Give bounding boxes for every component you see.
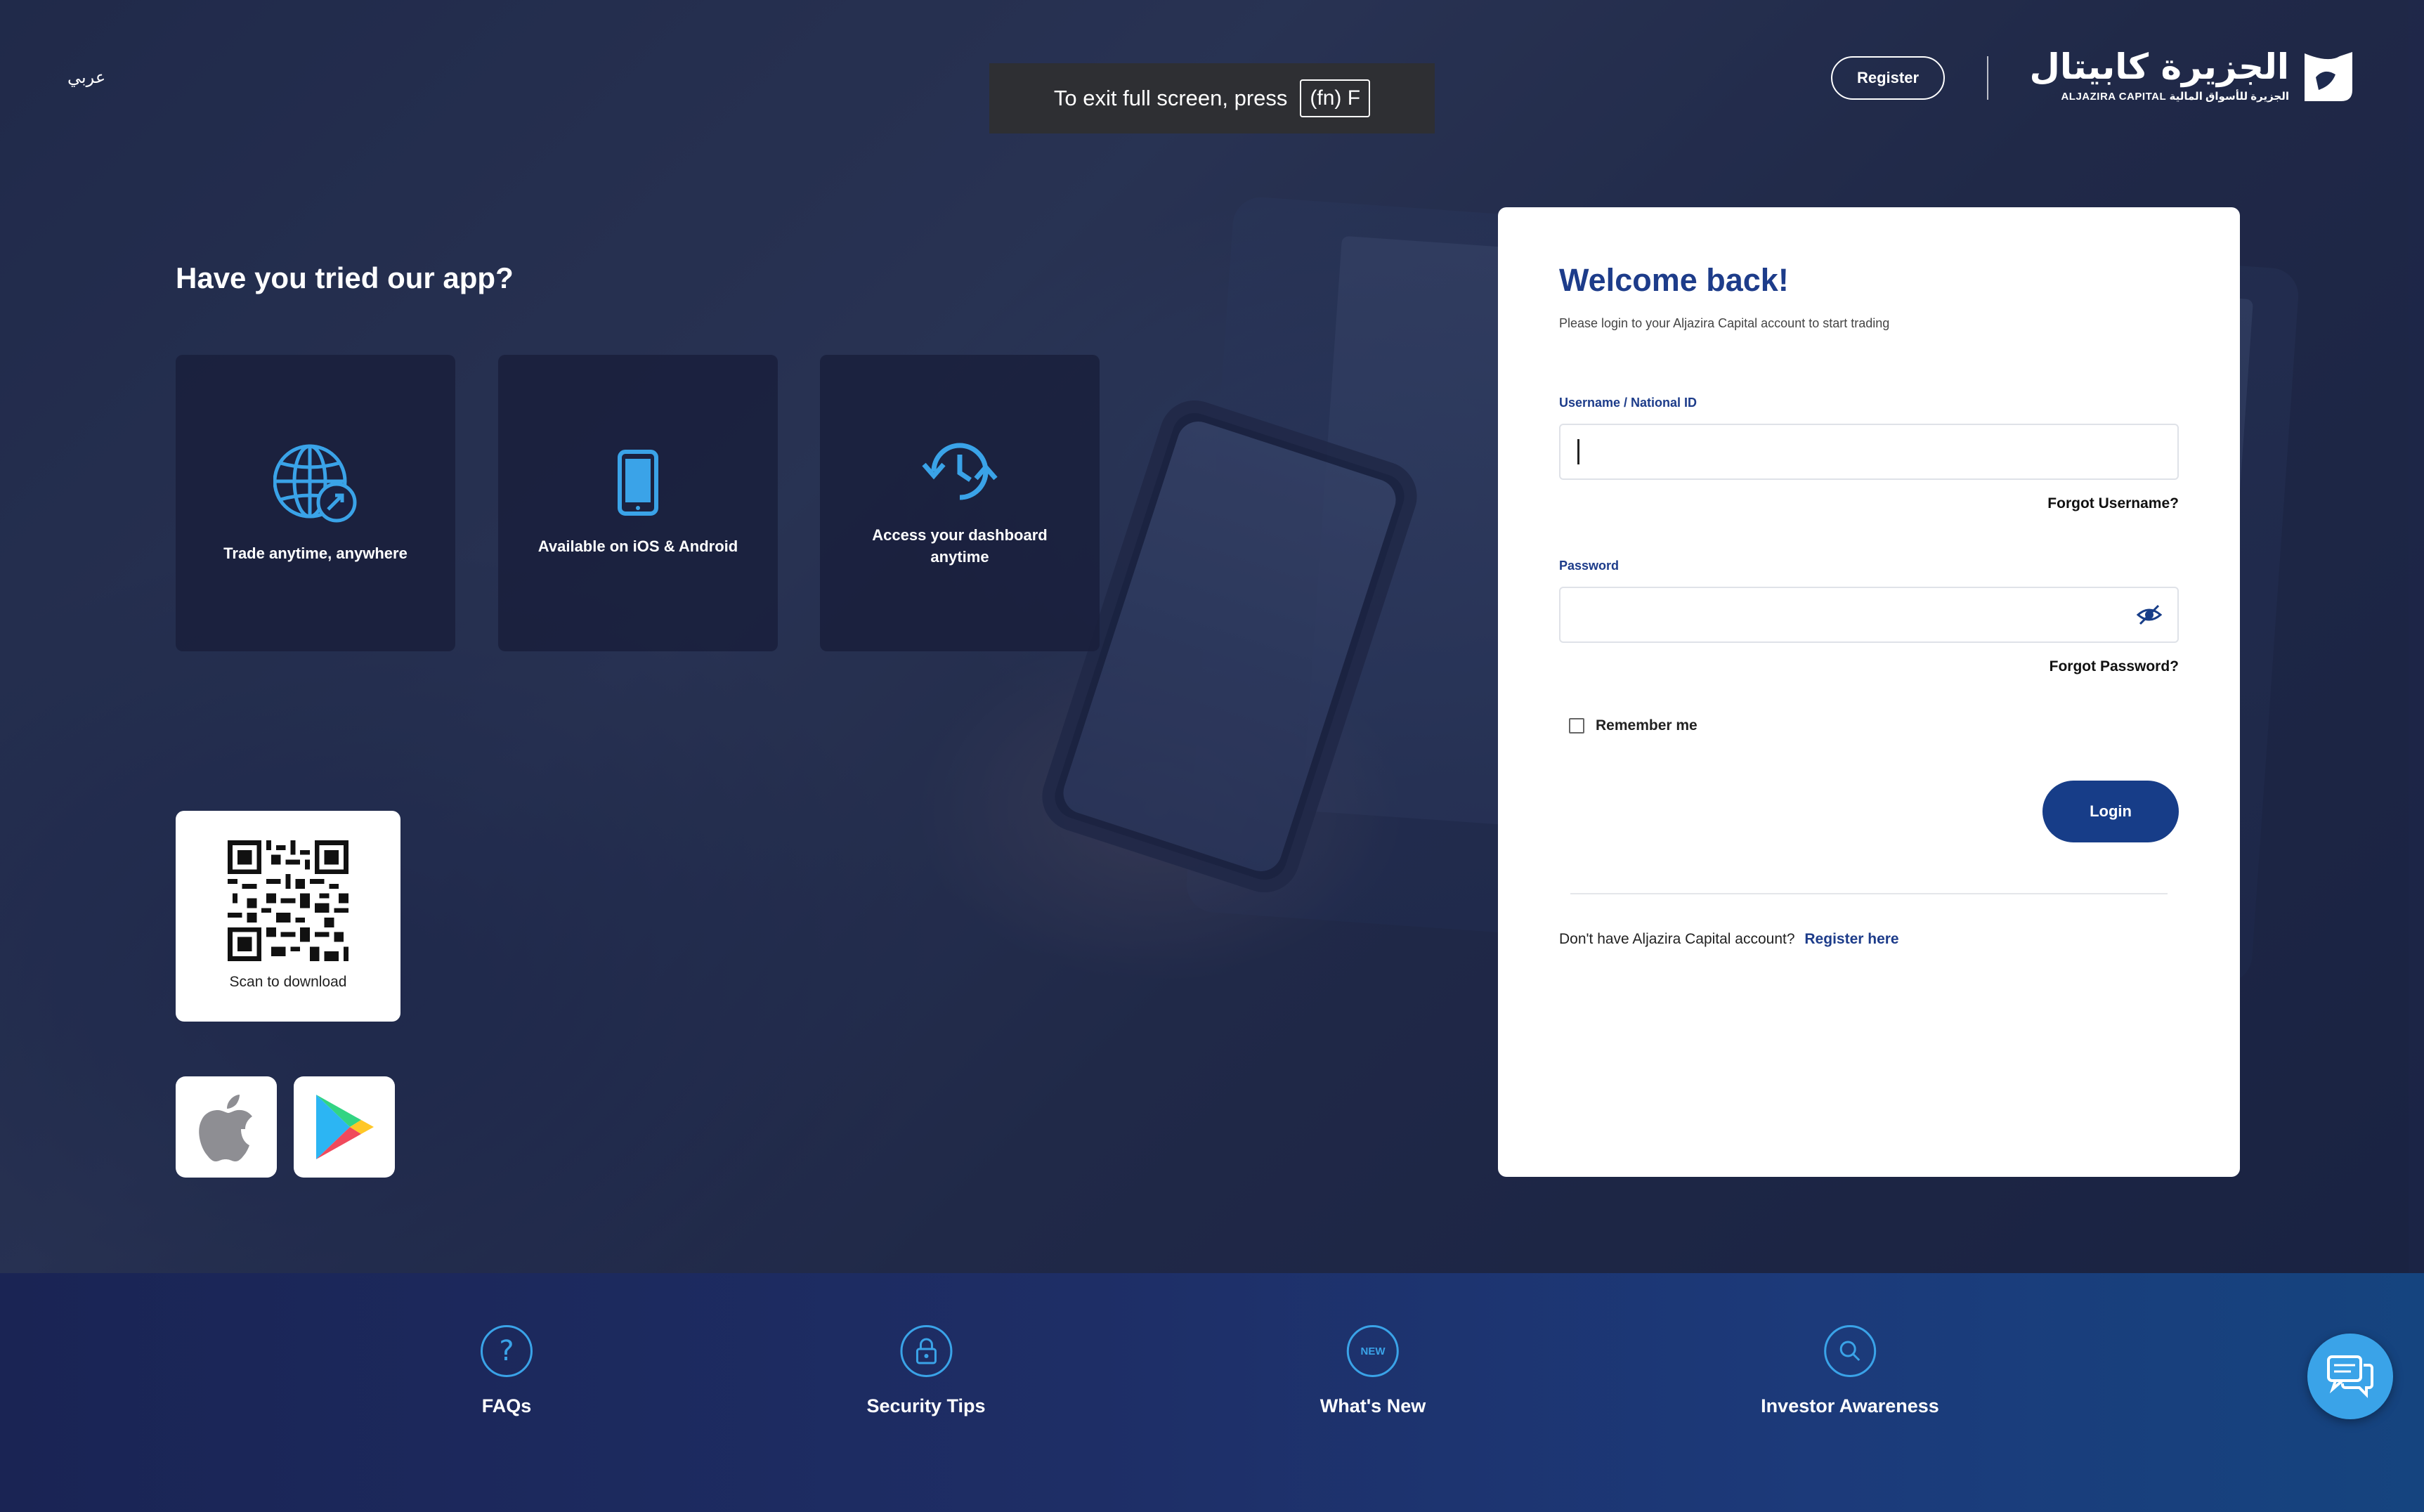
question-icon: ? — [481, 1325, 533, 1377]
logo-mark-icon — [2305, 52, 2352, 101]
hide-password-eye-icon[interactable] — [2137, 602, 2162, 627]
smartphone-icon — [618, 449, 658, 516]
qr-code-icon — [228, 840, 348, 961]
footer-label: What's New — [1319, 1395, 1426, 1416]
fullscreen-toast: To exit full screen, press (fn) F — [989, 63, 1435, 133]
login-button[interactable]: Login — [2042, 781, 2179, 842]
lock-icon — [899, 1325, 952, 1377]
feature-card-mobile: Available on iOS & Android — [498, 355, 778, 651]
language-toggle[interactable]: عربي — [67, 67, 105, 87]
new-badge-icon: NEW — [1346, 1325, 1399, 1377]
promo-title: Have you tried our app? — [176, 261, 514, 294]
feature-label: Available on iOS & Android — [537, 537, 738, 555]
login-subtitle: Please login to your Aljazira Capital ac… — [1559, 316, 1890, 330]
text-caret — [1577, 439, 1579, 464]
forgot-username-link[interactable]: Forgot Username? — [2047, 495, 2179, 512]
apple-icon — [199, 1095, 252, 1161]
chat-icon — [2327, 1355, 2373, 1398]
register-here-link[interactable]: Register here — [1804, 931, 1898, 947]
no-account-label: Don't have Aljazira Capital account? — [1559, 931, 1795, 947]
feature-label: Trade anytime, anywhere — [223, 544, 408, 562]
divider — [1570, 893, 2168, 894]
feature-label: Access your dashboard anytime — [872, 526, 1048, 566]
history-refresh-icon — [922, 443, 998, 500]
password-input[interactable] — [1559, 587, 2179, 643]
fullscreen-toast-text: To exit full screen, press — [1053, 86, 1288, 110]
aljazira-capital-logo[interactable]: الجزيرة كابيتال ALJAZIRA CAPITAL الجزيرة… — [2030, 46, 2357, 108]
password-label: Password — [1559, 559, 1620, 573]
search-icon — [1823, 1325, 1876, 1377]
register-button[interactable]: Register — [1831, 56, 1945, 100]
feature-card-dashboard: Access your dashboard anytime — [820, 355, 1100, 651]
logo-english-text: ALJAZIRA CAPITAL الجزيرة للأسواق المالية — [2061, 91, 2289, 103]
new-badge-text: NEW — [1360, 1345, 1386, 1357]
remember-me[interactable]: Remember me — [1569, 717, 1698, 734]
welcome-title: Welcome back! — [1559, 262, 1789, 298]
footer-item-security-tips[interactable]: Security Tips — [866, 1325, 986, 1417]
no-account-text: Don't have Aljazira Capital account? Reg… — [1559, 931, 1899, 948]
logo-arabic-text: الجزيرة كابيتال — [2029, 46, 2289, 87]
chat-support-button[interactable] — [2307, 1334, 2393, 1419]
footer-label: FAQs — [481, 1395, 532, 1416]
username-label: Username / National ID — [1559, 396, 1698, 410]
app-store-button[interactable] — [176, 1076, 277, 1178]
footer: ? FAQs Security Tips NEW What's New Inve… — [0, 1273, 2424, 1512]
google-play-button[interactable] — [294, 1076, 395, 1178]
footer-item-whats-new[interactable]: NEW What's New — [1320, 1325, 1426, 1417]
globe-trade-icon — [273, 444, 357, 523]
header-divider — [1987, 56, 1988, 100]
qr-label: Scan to download — [229, 974, 347, 990]
username-input[interactable] — [1559, 424, 2179, 480]
login-card: Welcome back! Please login to your Aljaz… — [1498, 207, 2240, 1177]
footer-label: Investor Awareness — [1761, 1395, 1939, 1416]
google-play-icon — [316, 1095, 374, 1159]
remember-me-label[interactable]: Remember me — [1596, 717, 1698, 734]
feature-card-trade: Trade anytime, anywhere — [176, 355, 455, 651]
forgot-password-link[interactable]: Forgot Password? — [2050, 658, 2179, 675]
qr-code-card: Scan to download — [176, 811, 400, 1022]
remember-me-checkbox[interactable] — [1569, 718, 1584, 734]
footer-item-faqs[interactable]: ? FAQs — [481, 1325, 533, 1417]
fullscreen-key: (fn) F — [1300, 79, 1371, 117]
footer-label: Security Tips — [866, 1395, 986, 1416]
footer-item-investor-awareness[interactable]: Investor Awareness — [1761, 1325, 1939, 1417]
